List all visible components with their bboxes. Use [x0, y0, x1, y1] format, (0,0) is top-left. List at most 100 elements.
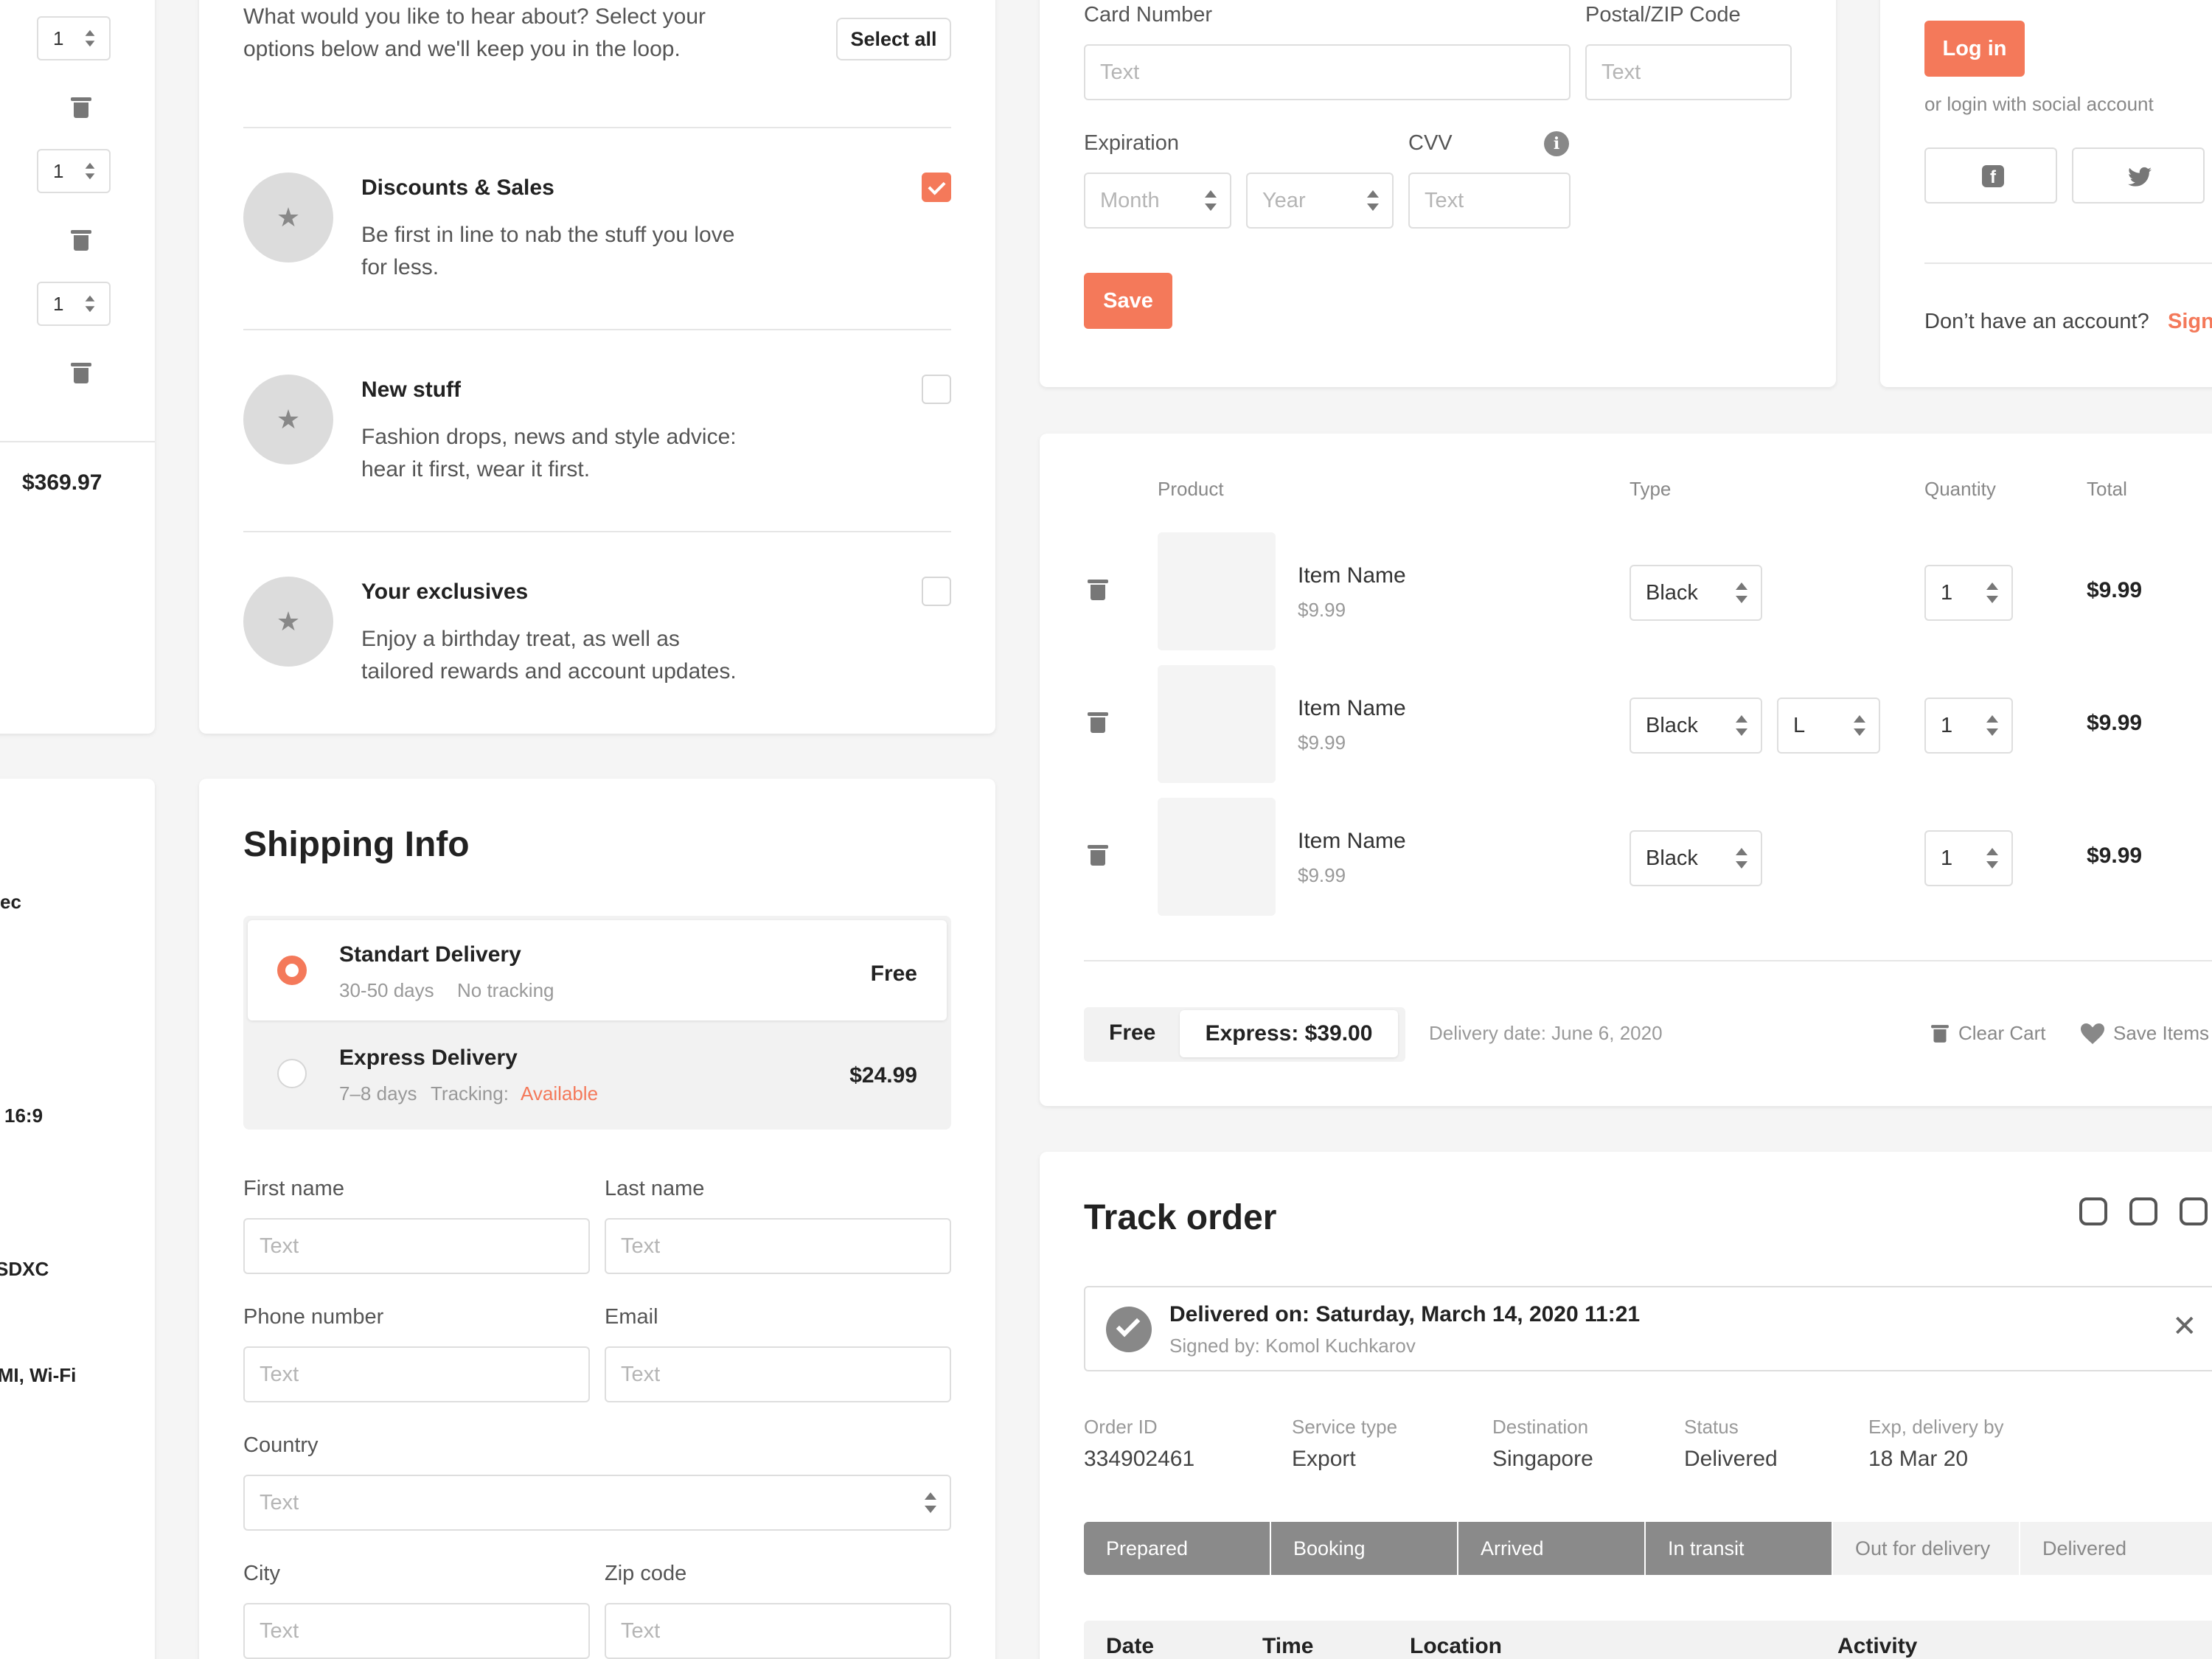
country-select[interactable]: Text	[243, 1475, 951, 1531]
option-tracking: Tracking:	[431, 1082, 509, 1105]
track-order-card: Track order Delivered on: Saturday, Marc…	[1040, 1152, 2212, 1659]
select-all-button[interactable]: Select all	[836, 18, 951, 60]
placeholder: Text	[1100, 60, 1140, 84]
type-select[interactable]: Black	[1630, 830, 1762, 886]
city-input[interactable]: Text	[243, 1603, 590, 1659]
delivery-date: Delivery date: June 6, 2020	[1429, 1022, 1663, 1044]
qty-stepper[interactable]: 1	[37, 16, 111, 60]
info-icon[interactable]: i	[1544, 131, 1569, 156]
year-select[interactable]: Year	[1246, 173, 1394, 229]
row-total: $9.99	[2087, 844, 2143, 868]
item-name: Item Name	[1298, 829, 1406, 853]
option-description: tailored rewards and account updates.	[361, 659, 737, 684]
twitter-button[interactable]	[2072, 147, 2205, 204]
exclusives-checkbox[interactable]	[922, 577, 951, 606]
tracking-table-header: Date Time Location Activity	[1084, 1621, 2212, 1659]
qty-value: 1	[53, 293, 64, 315]
header-total: Total	[2087, 478, 2127, 500]
standard-radio[interactable]	[277, 956, 307, 985]
type-select[interactable]: Black	[1630, 698, 1762, 754]
exp-delivery-value: 18 Mar 20	[1868, 1447, 1969, 1471]
size-select[interactable]: L	[1777, 698, 1880, 754]
month-select[interactable]: Month	[1084, 173, 1231, 229]
square-icon[interactable]	[2180, 1197, 2208, 1225]
email-input[interactable]: Text	[605, 1346, 951, 1402]
item-name: Item Name	[1298, 696, 1406, 720]
trash-icon[interactable]	[1088, 712, 1108, 733]
last-name-input[interactable]: Text	[605, 1218, 951, 1274]
new-stuff-checkbox[interactable]	[922, 375, 951, 404]
service-type-value: Export	[1292, 1447, 1356, 1471]
qty-stepper[interactable]: 1	[37, 149, 111, 193]
service-type-label: Service type	[1292, 1416, 1398, 1438]
qty-stepper[interactable]: 1	[1924, 830, 2013, 886]
select-arrows-icon	[1205, 190, 1217, 211]
step-in-transit: In transit	[1646, 1522, 1832, 1575]
facebook-icon: f	[1982, 165, 2004, 187]
facebook-button[interactable]: f	[1924, 147, 2057, 204]
placeholder: Text	[260, 1234, 299, 1258]
trash-icon[interactable]	[71, 230, 91, 251]
exp-delivery-label: Exp, delivery by	[1868, 1416, 2004, 1438]
trash-icon[interactable]	[71, 363, 91, 383]
clear-cart-icon[interactable]	[1931, 1025, 1949, 1043]
express-radio[interactable]	[277, 1059, 307, 1088]
placeholder: Text	[1425, 189, 1464, 212]
free-option[interactable]: Free	[1109, 1020, 1155, 1046]
option-description: Fashion drops, news and style advice:	[361, 425, 737, 449]
newsletter-card: What would you like to hear about? Selec…	[199, 0, 995, 734]
divider	[243, 329, 951, 330]
destination-label: Destination	[1492, 1416, 1589, 1438]
spec-fragment: SDXC	[0, 1258, 49, 1280]
zip-input[interactable]: Text	[1585, 44, 1792, 100]
qty-stepper[interactable]: 1	[1924, 565, 2013, 621]
option-price: $24.99	[849, 1063, 917, 1088]
login-button[interactable]: Log in	[1924, 21, 2025, 77]
cart-total: $369.97	[22, 470, 102, 495]
cvv-label: CVV	[1408, 131, 1453, 155]
square-icon[interactable]	[2129, 1197, 2157, 1225]
express-delivery-option[interactable]: Express Delivery 7–8 days Tracking: Avai…	[248, 1023, 947, 1125]
close-icon[interactable]: ✕	[2172, 1310, 2197, 1343]
phone-input[interactable]: Text	[243, 1346, 590, 1402]
heart-icon[interactable]	[2081, 1023, 2104, 1044]
zip-code-input[interactable]: Text	[605, 1603, 951, 1659]
clear-cart-button[interactable]: Clear Cart	[1958, 1022, 2045, 1045]
country-label: Country	[243, 1433, 319, 1457]
select-arrows-icon	[1736, 582, 1747, 603]
stepper-arrows-icon	[1986, 715, 1998, 736]
type-select[interactable]: Black	[1630, 565, 1762, 621]
qty-stepper[interactable]: 1	[37, 282, 111, 326]
save-items-button[interactable]: Save Items	[2113, 1022, 2209, 1045]
star-icon: ★	[243, 173, 333, 262]
th-activity: Activity	[1837, 1634, 1918, 1658]
trash-icon[interactable]	[71, 97, 91, 118]
signed-by: Signed by: Komol Kuchkarov	[1169, 1335, 1416, 1357]
card-number-input[interactable]: Text	[1084, 44, 1571, 100]
expiration-label: Expiration	[1084, 131, 1179, 155]
express-option[interactable]: Express: $39.00	[1180, 1010, 1398, 1057]
option-name: Express Delivery	[339, 1046, 518, 1070]
square-icon[interactable]	[2079, 1197, 2107, 1225]
standard-delivery-option[interactable]: Standart Delivery 30-50 days No tracking…	[248, 920, 947, 1020]
discounts-checkbox[interactable]	[922, 173, 951, 202]
step-prepared: Prepared	[1084, 1522, 1270, 1575]
first-name-input[interactable]: Text	[243, 1218, 590, 1274]
payment-card: Card Number Text Postal/ZIP Code Text Ex…	[1040, 0, 1836, 387]
divider	[243, 127, 951, 128]
sign-up-link[interactable]: Sign	[2168, 310, 2212, 334]
cart-card: Product Type Quantity Total Item Name $9…	[1040, 434, 2212, 1106]
option-title: New stuff	[361, 378, 461, 402]
trash-icon[interactable]	[1088, 845, 1108, 866]
option-title: Your exclusives	[361, 580, 529, 604]
star-icon: ★	[243, 375, 333, 465]
trash-icon[interactable]	[1088, 580, 1108, 600]
track-title: Track order	[1084, 1198, 1277, 1237]
product-thumbnail	[1158, 798, 1276, 916]
placeholder: Text	[260, 1619, 299, 1643]
tracking-available: Available	[521, 1082, 599, 1105]
save-button[interactable]: Save	[1084, 273, 1172, 329]
cvv-input[interactable]: Text	[1408, 173, 1571, 229]
qty-stepper[interactable]: 1	[1924, 698, 2013, 754]
step-delivered: Delivered	[2020, 1522, 2212, 1575]
